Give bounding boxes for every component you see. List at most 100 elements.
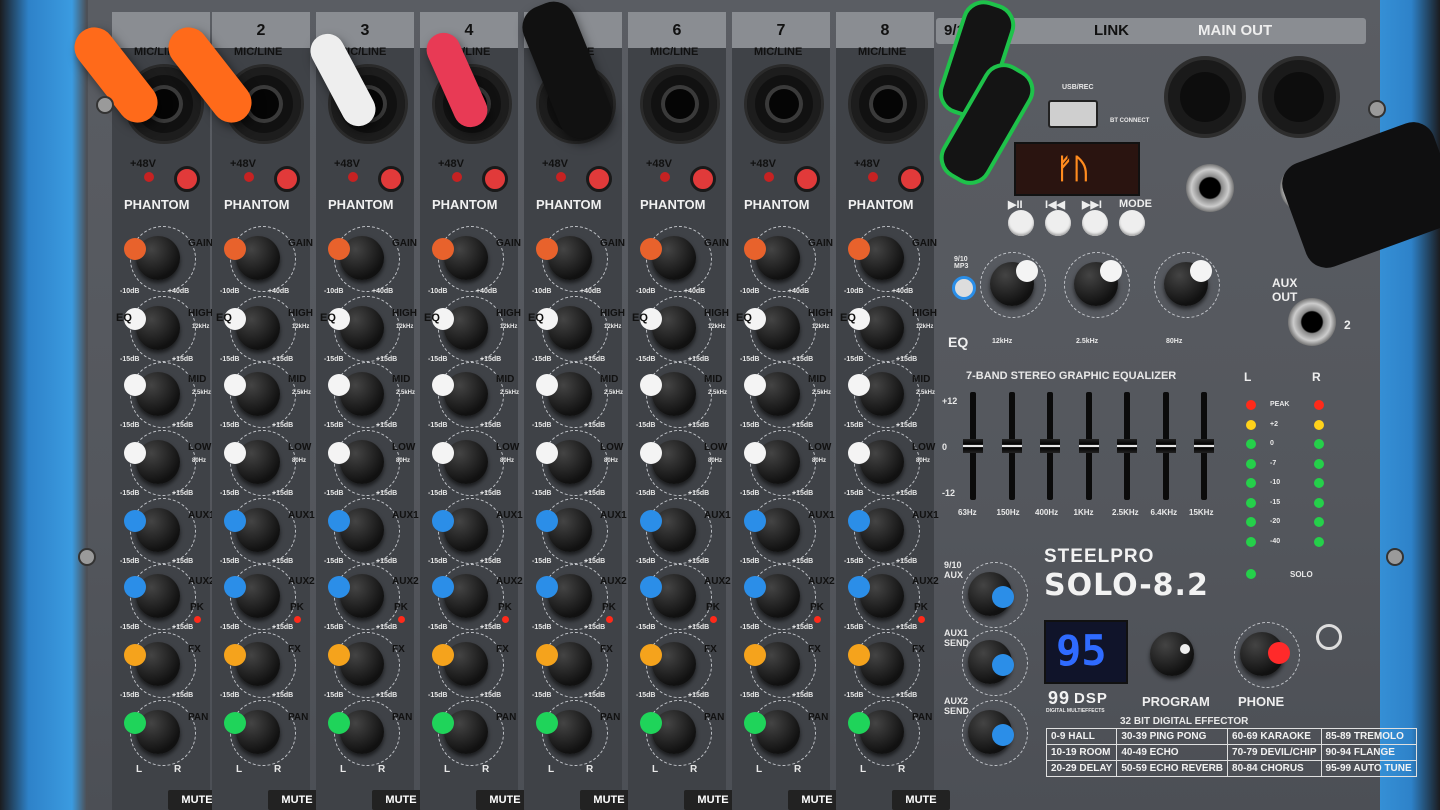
high-eq-knob[interactable] <box>328 306 384 350</box>
low-eq-knob[interactable] <box>328 440 384 484</box>
usb-port[interactable] <box>1048 100 1098 128</box>
graphic-eq-fader[interactable] <box>1117 439 1137 453</box>
aux1-knob[interactable] <box>328 508 384 552</box>
fx-knob[interactable] <box>848 642 904 686</box>
low-eq-knob[interactable] <box>124 440 180 484</box>
pan-knob[interactable] <box>848 710 904 754</box>
program-knob[interactable] <box>1150 632 1194 676</box>
pan-knob[interactable] <box>432 710 488 754</box>
aux2-knob[interactable] <box>328 574 384 618</box>
transport-button[interactable] <box>1008 210 1034 236</box>
aux1-knob[interactable] <box>124 508 180 552</box>
master-send-knob[interactable] <box>968 710 1014 754</box>
low-eq-knob[interactable] <box>224 440 280 484</box>
gain-knob[interactable] <box>744 236 800 280</box>
aux1-knob[interactable] <box>744 508 800 552</box>
pan-knob[interactable] <box>224 710 280 754</box>
line-out-left-jack[interactable] <box>1186 164 1234 212</box>
phone-volume-knob[interactable] <box>1240 632 1290 676</box>
phantom-switch[interactable] <box>274 166 300 192</box>
graphic-eq-fader[interactable] <box>1194 439 1214 453</box>
pan-knob[interactable] <box>536 710 592 754</box>
aux2-knob[interactable] <box>640 574 696 618</box>
high-eq-knob[interactable] <box>536 306 592 350</box>
low-eq-knob[interactable] <box>536 440 592 484</box>
fx-knob[interactable] <box>124 642 180 686</box>
mp3-eq-knob[interactable] <box>990 260 1038 306</box>
high-eq-knob[interactable] <box>224 306 280 350</box>
high-eq-knob[interactable] <box>848 306 904 350</box>
aux1-knob[interactable] <box>432 508 488 552</box>
transport-button[interactable] <box>1045 210 1071 236</box>
aux2-knob[interactable] <box>744 574 800 618</box>
phantom-switch[interactable] <box>586 166 612 192</box>
low-eq-knob[interactable] <box>848 440 904 484</box>
aux2-knob[interactable] <box>224 574 280 618</box>
fx-knob[interactable] <box>328 642 384 686</box>
pan-knob[interactable] <box>640 710 696 754</box>
fx-knob[interactable] <box>224 642 280 686</box>
mid-eq-knob[interactable] <box>640 372 696 416</box>
mid-eq-knob[interactable] <box>224 372 280 416</box>
mute-button[interactable]: MUTE <box>892 790 950 810</box>
main-out-left-xlr[interactable] <box>1164 56 1246 138</box>
phantom-switch[interactable] <box>898 166 924 192</box>
mid-eq-knob[interactable] <box>328 372 384 416</box>
mp3-eq-knob[interactable] <box>1074 260 1122 306</box>
phantom-switch[interactable] <box>794 166 820 192</box>
high-eq-knob[interactable] <box>640 306 696 350</box>
aux2-knob[interactable] <box>124 574 180 618</box>
mid-eq-knob[interactable] <box>536 372 592 416</box>
mid-eq-knob[interactable] <box>744 372 800 416</box>
mid-eq-knob[interactable] <box>848 372 904 416</box>
pan-knob[interactable] <box>744 710 800 754</box>
graphic-eq-fader[interactable] <box>1040 439 1060 453</box>
master-send-knob[interactable] <box>968 572 1014 616</box>
aux-out-2-jack[interactable] <box>1288 298 1336 346</box>
combo-input-jack[interactable] <box>640 64 720 144</box>
low-eq-knob[interactable] <box>432 440 488 484</box>
aux1-knob[interactable] <box>848 508 904 552</box>
master-send-knob[interactable] <box>968 640 1014 684</box>
aux1-knob[interactable] <box>536 508 592 552</box>
phantom-switch[interactable] <box>482 166 508 192</box>
high-eq-knob[interactable] <box>744 306 800 350</box>
fx-knob[interactable] <box>536 642 592 686</box>
gain-knob[interactable] <box>432 236 488 280</box>
fx-knob[interactable] <box>432 642 488 686</box>
aux2-knob[interactable] <box>848 574 904 618</box>
graphic-eq-fader[interactable] <box>1155 439 1176 453</box>
graphic-eq-fader[interactable] <box>963 439 983 453</box>
phantom-switch[interactable] <box>378 166 404 192</box>
gain-knob[interactable] <box>536 236 592 280</box>
main-out-right-xlr[interactable] <box>1258 56 1340 138</box>
mp3-select-button[interactable] <box>952 276 976 300</box>
aux1-knob[interactable] <box>224 508 280 552</box>
gain-knob[interactable] <box>848 236 904 280</box>
graphic-eq-fader[interactable] <box>1078 439 1099 453</box>
mid-eq-knob[interactable] <box>432 372 488 416</box>
gain-knob[interactable] <box>640 236 696 280</box>
graphic-eq-fader[interactable] <box>1001 439 1022 453</box>
gain-knob[interactable] <box>328 236 384 280</box>
phantom-switch[interactable] <box>690 166 716 192</box>
combo-input-jack[interactable] <box>744 64 824 144</box>
combo-input-jack[interactable] <box>848 64 928 144</box>
gain-knob[interactable] <box>124 236 180 280</box>
high-eq-knob[interactable] <box>124 306 180 350</box>
gain-knob[interactable] <box>224 236 280 280</box>
transport-button[interactable] <box>1119 210 1145 236</box>
fx-knob[interactable] <box>744 642 800 686</box>
high-eq-knob[interactable] <box>432 306 488 350</box>
mid-eq-knob[interactable] <box>124 372 180 416</box>
phantom-switch[interactable] <box>174 166 200 192</box>
aux1-knob[interactable] <box>640 508 696 552</box>
mp3-eq-knob[interactable] <box>1164 260 1212 306</box>
low-eq-knob[interactable] <box>640 440 696 484</box>
transport-button[interactable] <box>1082 210 1108 236</box>
fx-knob[interactable] <box>640 642 696 686</box>
pan-knob[interactable] <box>328 710 384 754</box>
low-eq-knob[interactable] <box>744 440 800 484</box>
aux2-knob[interactable] <box>432 574 488 618</box>
aux2-knob[interactable] <box>536 574 592 618</box>
